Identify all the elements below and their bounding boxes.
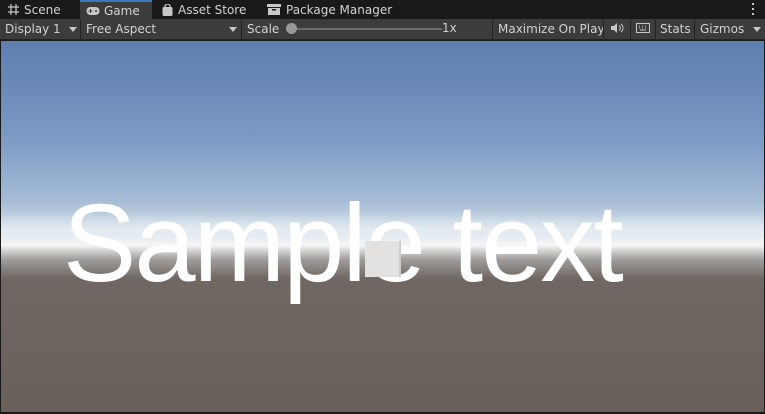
mute-audio-toggle[interactable] (604, 19, 630, 39)
tab-asset-store-label: Asset Store (178, 2, 247, 17)
scale-slider-group: Scale 1x (242, 19, 492, 39)
stats-label: Stats (660, 22, 691, 36)
gizmos-dropdown[interactable]: Gizmos (695, 19, 765, 39)
tab-scene[interactable]: Scene (6, 0, 78, 19)
aspect-dropdown-label: Free Aspect (86, 22, 157, 36)
bag-icon (160, 3, 174, 17)
tab-package-manager[interactable]: Package Manager (266, 0, 406, 19)
chevron-down-icon (753, 27, 761, 32)
scale-slider-handle[interactable] (286, 23, 297, 34)
tab-asset-store[interactable]: Asset Store (160, 0, 260, 19)
scene-cube (365, 241, 401, 277)
scale-value: 1x (442, 21, 457, 35)
display-dropdown[interactable]: Display 1 (0, 19, 80, 39)
chevron-down-icon (229, 27, 237, 32)
aspect-dropdown[interactable]: Free Aspect (81, 19, 241, 39)
speaker-icon (610, 22, 624, 36)
more-options-icon[interactable] (749, 2, 757, 16)
scale-slider-track[interactable] (292, 28, 442, 30)
game-view-toolbar: Display 1 Free Aspect Scale 1x Maximize … (0, 19, 765, 40)
keyboard-icon (636, 22, 650, 36)
window-tab-bar: Scene Game Asset Store Package Manager (0, 0, 765, 19)
keyboard-shortcuts-toggle[interactable] (631, 19, 655, 39)
maximize-on-play-toggle[interactable]: Maximize On Play (493, 19, 605, 39)
gizmos-label: Gizmos (700, 22, 745, 36)
scene-world-text: Sample text (63, 182, 624, 305)
stats-toggle[interactable]: Stats (655, 19, 694, 39)
gamepad-icon (86, 4, 100, 18)
box-icon (266, 3, 282, 17)
tab-game[interactable]: Game (80, 0, 152, 19)
chevron-down-icon (69, 27, 77, 32)
maximize-on-play-label: Maximize On Play (498, 22, 605, 36)
grid-icon (6, 3, 20, 17)
tab-scene-label: Scene (24, 2, 61, 17)
scale-label: Scale (247, 22, 280, 36)
display-dropdown-label: Display 1 (5, 22, 61, 36)
game-viewport[interactable]: Sample text (1, 41, 764, 412)
tab-package-manager-label: Package Manager (286, 2, 393, 17)
tab-game-label: Game (104, 3, 140, 18)
